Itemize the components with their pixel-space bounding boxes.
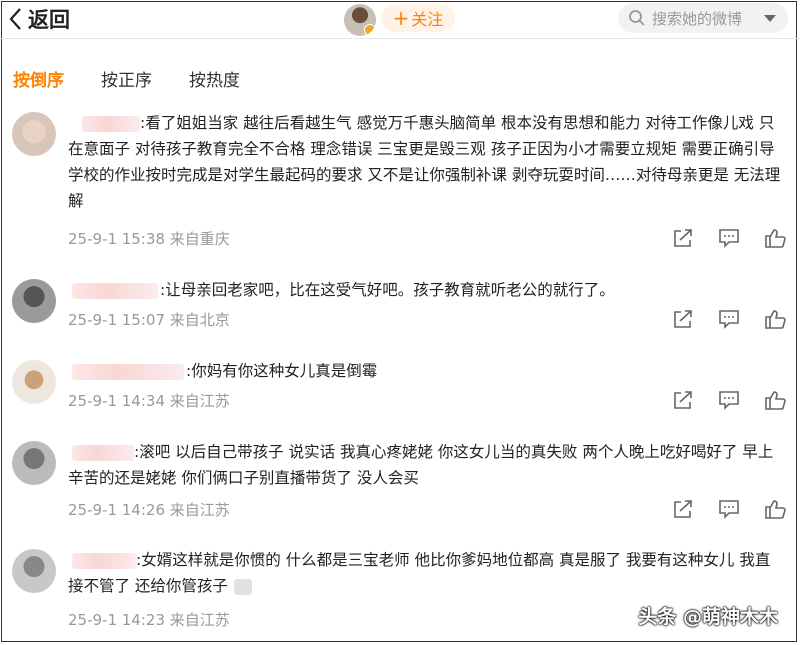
comment-meta: 25-9-1 14:23 来自江苏 bbox=[68, 611, 230, 629]
like-icon[interactable] bbox=[764, 499, 786, 519]
comment-actions bbox=[672, 499, 786, 519]
like-icon[interactable] bbox=[764, 309, 786, 329]
comment-text: :你妈有你这种女儿真是倒霉 bbox=[186, 362, 378, 380]
share-icon[interactable] bbox=[672, 390, 694, 410]
comment-text: :看了姐姐当家 越往后看越生气 感觉万千惠头脑简单 根本没有思想和能力 对待工作… bbox=[68, 114, 781, 210]
comment-meta: 25-9-1 14:34 来自江苏 bbox=[68, 392, 230, 410]
search-icon bbox=[629, 10, 645, 26]
share-icon[interactable] bbox=[672, 309, 694, 329]
comment-actions bbox=[672, 228, 786, 248]
verified-badge-icon bbox=[364, 24, 376, 36]
search-placeholder: 搜索她的微博 bbox=[652, 9, 743, 28]
search-box[interactable]: 搜索她的微博 bbox=[618, 3, 788, 33]
comment-text: :女婿这样就是你惯的 什么都是三宝老师 他比你爹妈地位都高 真是服了 我要有这种… bbox=[68, 551, 771, 595]
comment-actions bbox=[672, 390, 786, 410]
comment-text: :滚吧 以后自己带孩子 说实话 我真心疼姥姥 你这女儿当的真失败 两个人晚上吃好… bbox=[68, 443, 774, 487]
comment-actions bbox=[672, 309, 786, 329]
commenter-avatar[interactable] bbox=[12, 112, 56, 156]
commenter-avatar[interactable] bbox=[12, 549, 56, 593]
share-icon[interactable] bbox=[672, 228, 694, 248]
share-icon[interactable] bbox=[672, 499, 694, 519]
commenter-avatar[interactable] bbox=[12, 360, 56, 404]
tab-sort-hot[interactable]: 按热度 bbox=[189, 66, 240, 91]
comment-icon[interactable] bbox=[718, 499, 740, 519]
comment-meta: 25-9-1 15:07 来自北京 bbox=[68, 311, 230, 329]
comment-meta: 25-9-1 14:26 来自江苏 bbox=[68, 501, 230, 519]
chevron-left-icon bbox=[9, 8, 21, 30]
tab-sort-desc[interactable]: 按倒序 bbox=[13, 66, 64, 91]
watermark: 头条 @萌神木木 bbox=[638, 606, 778, 628]
emoji-blurred bbox=[233, 578, 252, 595]
plus-icon: + bbox=[392, 6, 410, 30]
comment-icon[interactable] bbox=[718, 390, 740, 410]
back-label: 返回 bbox=[28, 8, 70, 32]
header-divider bbox=[0, 38, 800, 39]
commenter-avatar[interactable] bbox=[12, 441, 56, 485]
comment-icon[interactable] bbox=[718, 228, 740, 248]
like-icon[interactable] bbox=[764, 390, 786, 410]
follow-label: 关注 bbox=[411, 10, 444, 29]
comment-text: :让母亲回老家吧，比在这受气好吧。孩子教育就听老公的就行了。 bbox=[160, 281, 615, 299]
dropdown-caret-icon[interactable] bbox=[764, 14, 776, 22]
comment-meta: 25-9-1 15:38 来自重庆 bbox=[68, 230, 230, 248]
commenter-avatar[interactable] bbox=[12, 279, 56, 323]
back-button[interactable]: 返回 bbox=[8, 4, 70, 34]
profile-avatar[interactable] bbox=[344, 4, 376, 36]
tab-sort-asc[interactable]: 按正序 bbox=[101, 66, 152, 91]
top-bar: 返回 + 关注 搜索她的微博 bbox=[0, 0, 800, 40]
comment-icon[interactable] bbox=[718, 309, 740, 329]
follow-button[interactable]: + 关注 bbox=[381, 4, 455, 32]
sort-tabs: 按倒序 按正序 按热度 bbox=[13, 66, 277, 91]
like-icon[interactable] bbox=[764, 228, 786, 248]
